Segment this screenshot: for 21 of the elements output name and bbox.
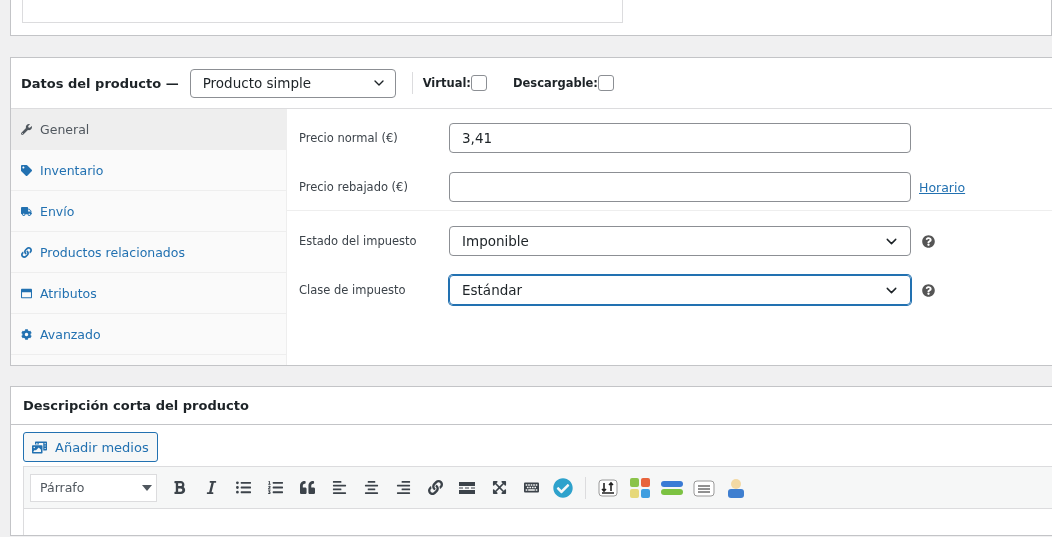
- field-label: Estado del impuesto: [299, 234, 418, 248]
- option-label: Virtual:: [422, 76, 471, 90]
- tab[interactable]: Productos relacionados: [11, 232, 286, 273]
- input-field[interactable]: 3,41: [449, 123, 911, 153]
- field-label: Precio normal (€): [299, 131, 399, 145]
- tab[interactable]: General: [11, 109, 286, 150]
- tab[interactable]: Avanzado: [11, 314, 286, 355]
- tab[interactable]: Envío: [11, 191, 286, 232]
- tab[interactable]: Inventario: [11, 150, 286, 191]
- select-field[interactable]: Estándar: [449, 275, 911, 305]
- panel-title: Descripción corta del producto: [23, 398, 249, 413]
- tab[interactable]: Atributos: [11, 273, 286, 314]
- schedule-link[interactable]: Horario: [919, 179, 966, 195]
- field-label: Clase de impuesto: [299, 283, 407, 297]
- field-label: Precio rebajado (€): [299, 180, 409, 194]
- option-label: Descargable:: [512, 76, 598, 90]
- format-select[interactable]: Párrafo: [30, 473, 157, 502]
- panel-title: Datos del producto —: [21, 75, 179, 91]
- select-field[interactable]: Imponible: [449, 226, 911, 256]
- product-type-select[interactable]: Producto simple: [189, 68, 396, 98]
- add-media-button[interactable]: Añadir medios: [23, 432, 158, 462]
